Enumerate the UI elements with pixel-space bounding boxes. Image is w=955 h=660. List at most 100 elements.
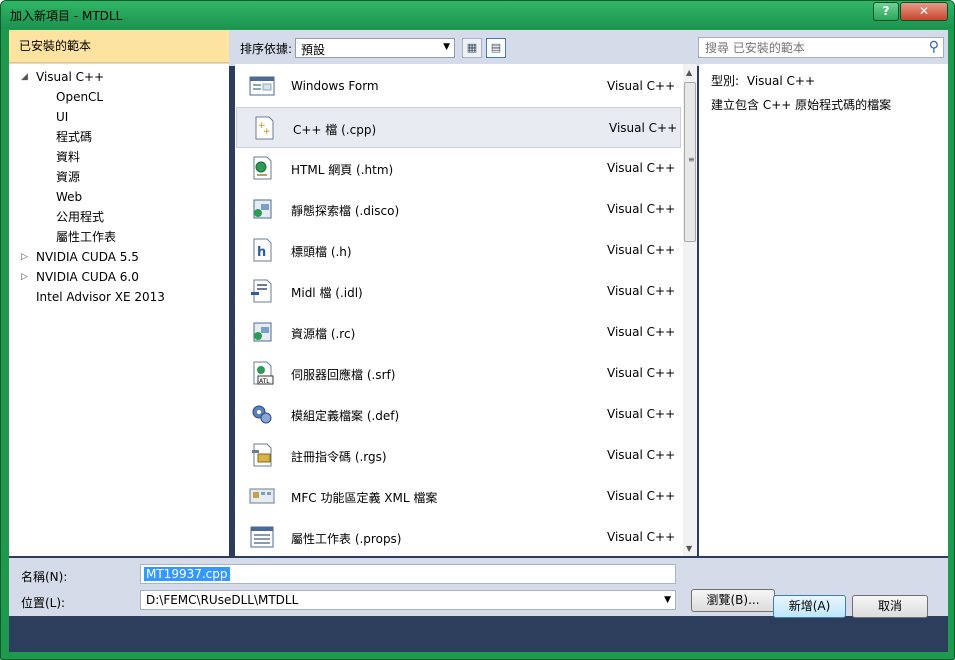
srf-file-icon: ATL [249, 360, 275, 386]
template-detail-panel: 型別: Visual C++ 建立包含 C++ 原始程式碼的檔案 [699, 64, 948, 556]
scrollbar-thumb[interactable]: ≡ [684, 82, 696, 242]
tree-item[interactable]: 公用程式 [56, 208, 104, 226]
template-row[interactable]: Midl 檔 (.idl) Visual C++ [235, 271, 680, 312]
template-language: Visual C++ [607, 325, 676, 339]
template-name: 屬性工作表 (.props) [291, 532, 402, 546]
template-description: 建立包含 C++ 原始程式碼的檔案 [711, 98, 892, 112]
tree-item-label: 屬性工作表 [56, 230, 117, 244]
installed-templates-label: 已安裝的範本 [19, 39, 92, 53]
svg-text:h: h [257, 245, 266, 260]
tree-item[interactable]: 屬性工作表 [56, 228, 116, 246]
scroll-up-icon[interactable]: ▲ [686, 68, 692, 77]
tree-item-label: 程式碼 [56, 130, 93, 144]
expanded-arrow-icon[interactable]: ◢ [21, 68, 28, 86]
tree-item[interactable]: Web [56, 188, 82, 206]
template-name: 模組定義檔案 (.def) [291, 409, 400, 423]
template-list: Windows Form Visual C++ + + C++ 檔 (.cpp) Visu… [235, 64, 697, 556]
tree-item[interactable]: ▷ NVIDIA CUDA 6.0 [21, 268, 139, 286]
template-name: 資源檔 (.rc) [291, 327, 356, 341]
template-language: Visual C++ [607, 161, 676, 175]
template-list-scrollbar[interactable]: ▲ ≡ ▼ [683, 64, 697, 556]
def-file-icon [249, 401, 275, 427]
collapsed-arrow-icon[interactable]: ▷ [21, 248, 28, 266]
list-view-icon: ▤ [490, 41, 502, 54]
tree-item[interactable]: 資源 [56, 168, 80, 186]
search-icon[interactable]: ⚲ [929, 39, 939, 55]
dialog-client: 已安裝的範本 排序依據: 預設 ▼ ▦ ▤ ⚲ ◢ Visual C++ OpenC… [9, 30, 948, 652]
tree-item[interactable]: Intel Advisor XE 2013 [36, 288, 165, 306]
template-name: C++ 檔 (.cpp) [293, 123, 377, 137]
help-button[interactable]: ? [873, 2, 899, 21]
template-name: 標頭檔 (.h) [291, 245, 352, 259]
template-name: Midl 檔 (.idl) [291, 286, 363, 300]
template-row[interactable]: ATL 伺服器回應檔 (.srf) Visual C++ [235, 353, 680, 394]
sort-value: 預設 [301, 43, 326, 57]
template-row[interactable]: 模組定義檔案 (.def) Visual C++ [235, 394, 680, 435]
name-label: 名稱(N): [21, 570, 68, 584]
browse-button[interactable]: 瀏覽(B)... [691, 589, 775, 612]
cpp-file-icon: + + [251, 115, 277, 141]
template-language: Visual C++ [609, 121, 678, 135]
template-row[interactable]: Windows Form Visual C++ [235, 66, 680, 107]
template-name: 註冊指令碼 (.rgs) [291, 450, 387, 464]
rgs-file-icon [249, 442, 275, 468]
template-language: Visual C++ [607, 366, 676, 380]
title-bar: 加入新項目 - MTDLL ? ✕ [1, 1, 954, 29]
template-row[interactable]: 屬性工作表 (.props) Visual C++ [235, 517, 680, 556]
tree-item-label: OpenCL [56, 90, 104, 104]
template-name: Windows Form [291, 79, 379, 93]
resource-file-icon [249, 319, 275, 345]
installed-templates-header[interactable]: 已安裝的範本 [9, 30, 229, 63]
tree-item-label: Web [56, 190, 83, 204]
template-name: 伺服器回應檔 (.srf) [291, 368, 396, 382]
name-field[interactable]: MT19937.cpp [140, 564, 676, 584]
template-row[interactable]: MFC 功能區定義 XML 檔案 Visual C++ [235, 476, 680, 517]
collapsed-arrow-icon[interactable]: ▷ [21, 268, 28, 286]
sort-dropdown[interactable]: 預設 ▼ [295, 38, 455, 58]
search-input[interactable] [699, 38, 909, 57]
search-box[interactable]: ⚲ [698, 37, 944, 58]
tree-item[interactable]: 資料 [56, 148, 80, 166]
disco-file-icon [249, 196, 275, 222]
grid-view-icon: ▦ [466, 41, 478, 54]
template-row[interactable]: h 標頭檔 (.h) Visual C++ [235, 230, 680, 271]
template-row[interactable]: + + C++ 檔 (.cpp) Visual C++ [236, 107, 681, 148]
small-icons-view-button[interactable]: ▦ [462, 38, 482, 58]
scroll-down-icon[interactable]: ▼ [686, 544, 692, 553]
template-row[interactable]: 靜態探索檔 (.disco) Visual C++ [235, 189, 680, 230]
tree-item[interactable]: OpenCL [56, 88, 103, 106]
tree-item-label: NVIDIA CUDA 6.0 [36, 270, 139, 284]
window-title: 加入新項目 - MTDLL [10, 9, 123, 23]
cancel-button[interactable]: 取消 [852, 595, 928, 618]
svg-text:+: + [263, 127, 271, 137]
tree-item[interactable]: ▷ NVIDIA CUDA 5.5 [21, 248, 139, 266]
tree-item[interactable]: UI [56, 108, 68, 126]
template-language: Visual C++ [607, 530, 676, 544]
template-language: Visual C++ [607, 489, 676, 503]
template-row[interactable]: 資源檔 (.rc) Visual C++ [235, 312, 680, 353]
template-language: Visual C++ [607, 202, 676, 216]
idl-file-icon [249, 278, 275, 304]
tree-item[interactable]: 程式碼 [56, 128, 92, 146]
tree-item-label: 公用程式 [56, 210, 105, 224]
tree-item-label: Visual C++ [36, 70, 105, 84]
close-button[interactable]: ✕ [900, 2, 948, 21]
location-label: 位置(L): [21, 596, 66, 610]
template-language: Visual C++ [607, 407, 676, 421]
template-row[interactable]: 註冊指令碼 (.rgs) Visual C++ [235, 435, 680, 476]
location-combobox[interactable]: D:\FEMC\RUseDLL\MTDLL ▼ [140, 590, 676, 610]
form-icon [249, 73, 275, 99]
top-toolbar: 已安裝的範本 排序依據: 預設 ▼ ▦ ▤ ⚲ [9, 30, 948, 66]
location-value: D:\FEMC\RUseDLL\MTDLL [146, 593, 299, 607]
template-language: Visual C++ [607, 79, 676, 93]
tree-item[interactable]: ◢ Visual C++ [21, 68, 105, 86]
template-name: MFC 功能區定義 XML 檔案 [291, 491, 438, 505]
ribbon-xml-icon [249, 483, 275, 509]
tree-item-label: 資料 [56, 150, 81, 164]
template-name: 靜態探索檔 (.disco) [291, 204, 400, 218]
chevron-down-icon[interactable]: ▼ [664, 595, 671, 605]
add-new-item-dialog: 加入新項目 - MTDLL ? ✕ 已安裝的範本 排序依據: 預設 ▼ ▦ ▤ … [0, 0, 955, 660]
add-button[interactable]: 新增(A) [773, 595, 846, 618]
medium-icons-view-button[interactable]: ▤ [486, 38, 506, 58]
template-row[interactable]: HTML 網頁 (.htm) Visual C++ [235, 148, 680, 189]
